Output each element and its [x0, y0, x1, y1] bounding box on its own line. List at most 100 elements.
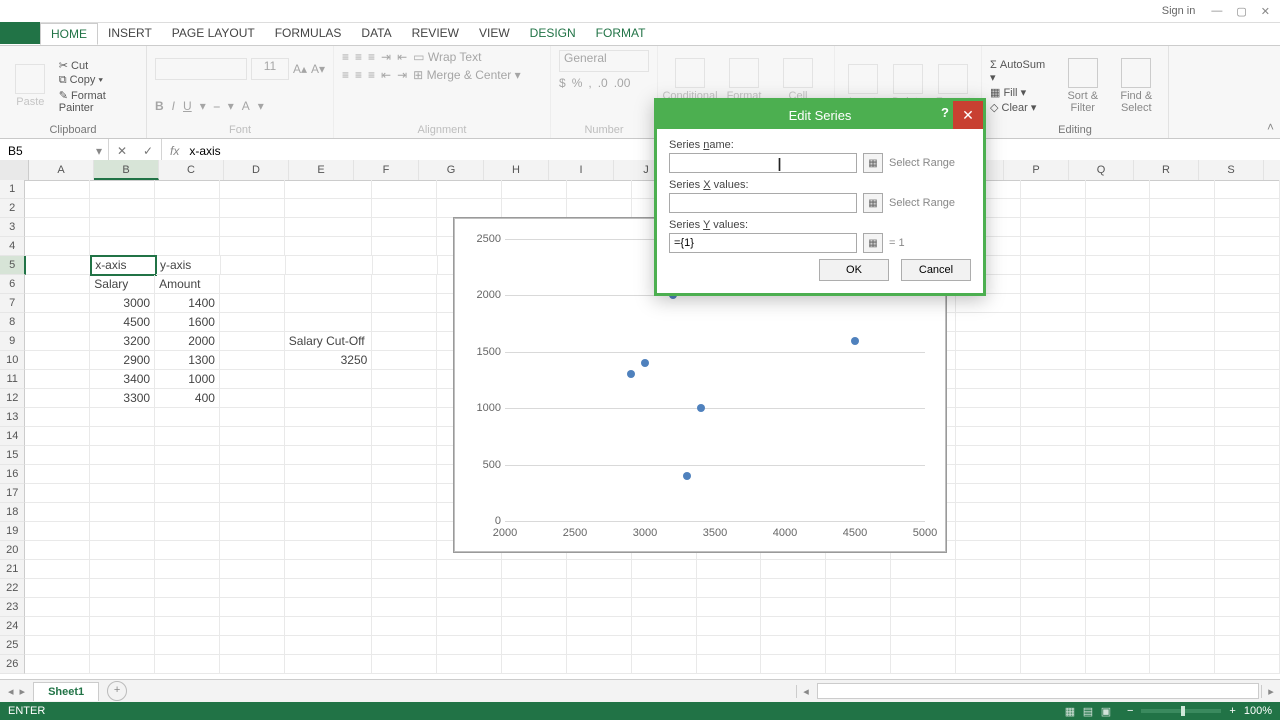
- cell[interactable]: [285, 237, 373, 256]
- cell[interactable]: [956, 465, 1021, 484]
- cell[interactable]: [1150, 218, 1215, 237]
- cell[interactable]: [90, 484, 155, 503]
- cell[interactable]: [502, 180, 567, 199]
- row-header[interactable]: 9: [0, 332, 25, 351]
- tab-insert[interactable]: INSERT: [98, 23, 162, 45]
- cell[interactable]: [826, 617, 891, 636]
- cell[interactable]: [285, 389, 373, 408]
- cell[interactable]: [956, 655, 1021, 674]
- cell[interactable]: [220, 199, 285, 218]
- cell[interactable]: [373, 256, 438, 275]
- cell[interactable]: [1021, 598, 1086, 617]
- cell[interactable]: [1150, 256, 1215, 275]
- row-header[interactable]: 23: [0, 598, 25, 617]
- cell[interactable]: [437, 180, 502, 199]
- cell[interactable]: [285, 655, 373, 674]
- cell[interactable]: [155, 598, 220, 617]
- bold-button[interactable]: B: [155, 99, 164, 114]
- cell[interactable]: [372, 351, 437, 370]
- cell[interactable]: [1215, 541, 1280, 560]
- cell[interactable]: [372, 579, 437, 598]
- column-header[interactable]: H: [484, 160, 549, 180]
- cell[interactable]: [1150, 294, 1215, 313]
- cell[interactable]: [1021, 294, 1086, 313]
- shrink-font-icon[interactable]: A▾: [311, 62, 325, 76]
- cell[interactable]: [220, 579, 285, 598]
- cell[interactable]: [1086, 256, 1151, 275]
- cell[interactable]: [220, 617, 285, 636]
- cell[interactable]: [1215, 199, 1280, 218]
- cell[interactable]: [956, 408, 1021, 427]
- cell[interactable]: [1150, 579, 1215, 598]
- data-point[interactable]: [641, 359, 649, 367]
- cell[interactable]: [155, 199, 220, 218]
- cell[interactable]: [437, 655, 502, 674]
- cell[interactable]: [90, 636, 155, 655]
- cell[interactable]: [567, 199, 632, 218]
- zoom-in-icon[interactable]: +: [1229, 705, 1235, 717]
- cell[interactable]: [372, 313, 437, 332]
- data-point[interactable]: [851, 337, 859, 345]
- series-x-input[interactable]: [669, 193, 857, 213]
- merge-center-button[interactable]: ⊞ Merge & Center ▾: [413, 68, 520, 82]
- cell[interactable]: 3250: [285, 351, 373, 370]
- cell[interactable]: [285, 503, 373, 522]
- cell[interactable]: [1150, 389, 1215, 408]
- cell[interactable]: [285, 408, 373, 427]
- cell[interactable]: [956, 598, 1021, 617]
- cell[interactable]: [372, 560, 437, 579]
- cell[interactable]: [220, 351, 285, 370]
- row-header[interactable]: 25: [0, 636, 25, 655]
- cell[interactable]: [1215, 218, 1280, 237]
- cell[interactable]: 3000: [90, 294, 155, 313]
- cell[interactable]: [90, 560, 155, 579]
- cell[interactable]: [220, 332, 285, 351]
- column-header[interactable]: F: [354, 160, 419, 180]
- cell[interactable]: [155, 541, 220, 560]
- cell[interactable]: [1215, 313, 1280, 332]
- data-point[interactable]: [697, 404, 705, 412]
- tab-formulas[interactable]: FORMULAS: [265, 23, 352, 45]
- grow-font-icon[interactable]: A▴: [293, 62, 307, 76]
- cell[interactable]: [1086, 446, 1151, 465]
- cell[interactable]: [826, 636, 891, 655]
- cell[interactable]: [90, 180, 155, 199]
- cell[interactable]: [372, 275, 437, 294]
- cell[interactable]: [285, 598, 373, 617]
- cell[interactable]: [697, 579, 762, 598]
- tab-format[interactable]: FORMAT: [586, 23, 656, 45]
- cell-reference-input[interactable]: [6, 143, 70, 159]
- cell[interactable]: [437, 560, 502, 579]
- autosum-button[interactable]: Σ AutoSum ▾: [990, 59, 1053, 84]
- row-header[interactable]: 21: [0, 560, 25, 579]
- cell[interactable]: [1021, 617, 1086, 636]
- data-point[interactable]: [683, 472, 691, 480]
- cell[interactable]: [1086, 237, 1151, 256]
- cell[interactable]: [220, 655, 285, 674]
- row-header[interactable]: 20: [0, 541, 25, 560]
- cell[interactable]: [372, 408, 437, 427]
- cell[interactable]: [90, 199, 155, 218]
- cell[interactable]: [155, 237, 220, 256]
- cell[interactable]: [1086, 560, 1151, 579]
- cell[interactable]: 3400: [90, 370, 155, 389]
- cell[interactable]: [90, 503, 155, 522]
- signin-link[interactable]: Sign in: [1162, 5, 1196, 17]
- cell[interactable]: [155, 503, 220, 522]
- cell[interactable]: [632, 560, 697, 579]
- row-header[interactable]: 11: [0, 370, 25, 389]
- cell[interactable]: 3200: [90, 332, 155, 351]
- cell[interactable]: [1086, 313, 1151, 332]
- cell[interactable]: [1215, 408, 1280, 427]
- cell[interactable]: [956, 446, 1021, 465]
- cell[interactable]: [372, 427, 437, 446]
- cell[interactable]: [1215, 655, 1280, 674]
- number-format[interactable]: General: [559, 50, 649, 72]
- cell[interactable]: [285, 218, 373, 237]
- column-header[interactable]: B: [94, 160, 159, 180]
- cell[interactable]: [1021, 256, 1086, 275]
- cell[interactable]: [1215, 389, 1280, 408]
- cell[interactable]: [1086, 484, 1151, 503]
- cell[interactable]: [25, 237, 90, 256]
- file-tab[interactable]: [0, 22, 40, 44]
